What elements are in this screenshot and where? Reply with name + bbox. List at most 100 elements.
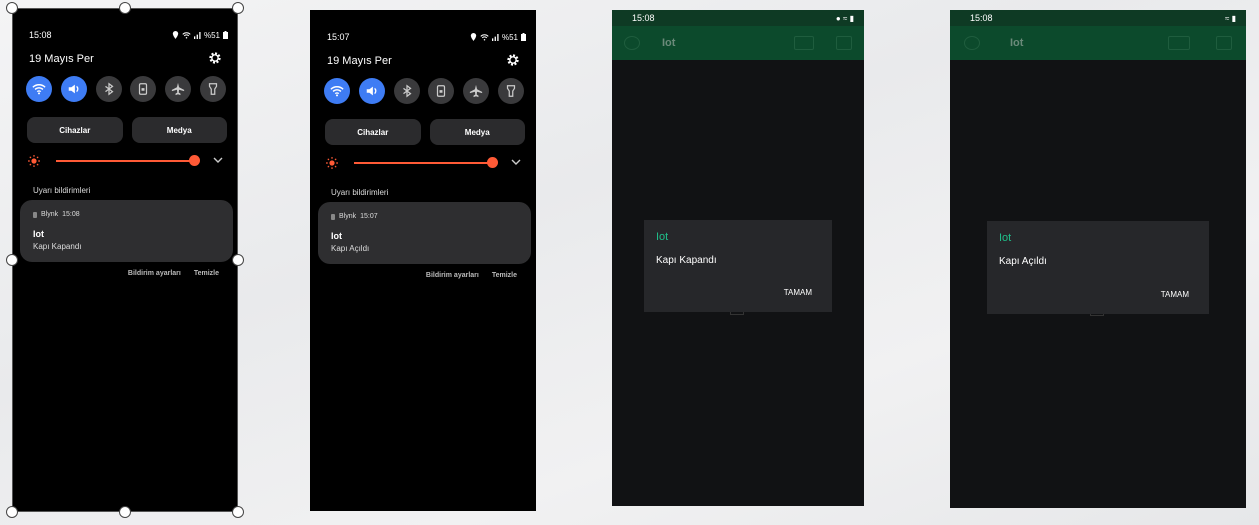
play-icon[interactable]: [1216, 36, 1232, 50]
app-screen-2: 15:08 ≈ ▮ Iot Iot Kapı Açıldı TAMAM: [950, 10, 1246, 508]
notification-settings-link[interactable]: Bildirim ayarları: [426, 272, 479, 279]
section-label: Uyarı bildirimleri: [331, 188, 389, 197]
date-label: 19 Mayıs Per: [29, 53, 94, 65]
resize-handle[interactable]: [232, 2, 244, 14]
sound-icon: [366, 86, 377, 96]
location-icon: [172, 31, 179, 39]
quick-toggles: [324, 78, 524, 104]
wifi-icon: [330, 86, 344, 97]
clear-link[interactable]: Temizle: [194, 270, 219, 277]
status-bar: 15:07 %51: [327, 32, 526, 42]
ok-button[interactable]: TAMAM: [1161, 290, 1189, 299]
brightness-thumb[interactable]: [189, 155, 200, 166]
notification-title: Iot: [33, 229, 44, 239]
rotation-lock-toggle[interactable]: [428, 78, 455, 104]
device-icon[interactable]: [1168, 36, 1190, 50]
battery-icon: [521, 33, 526, 41]
wifi-signal-icon: [480, 33, 489, 40]
rotation-lock-toggle[interactable]: [130, 76, 157, 102]
alert-dialog: Iot Kapı Açıldı TAMAM: [987, 221, 1209, 314]
status-bar: 15:08 ● ≈ ▮: [612, 10, 864, 26]
date-label: 19 Mayıs Per: [327, 55, 392, 67]
ok-button[interactable]: TAMAM: [784, 288, 812, 297]
notification-app: Blynk: [41, 211, 59, 218]
notification-card[interactable]: Blynk 15:08 Iot Kapı Kapandı: [20, 200, 233, 262]
flashlight-toggle[interactable]: [497, 78, 524, 104]
chevron-down-icon[interactable]: [212, 154, 224, 166]
clear-link[interactable]: Temizle: [492, 272, 517, 279]
resize-handle[interactable]: [6, 2, 18, 14]
bluetooth-icon: [402, 84, 412, 98]
app-icon: [331, 213, 335, 220]
gear-icon[interactable]: [506, 53, 520, 67]
project-icon[interactable]: [624, 36, 640, 50]
app-title: Iot: [662, 37, 676, 49]
resize-handle[interactable]: [119, 506, 131, 518]
airplane-toggle[interactable]: [463, 78, 490, 104]
app-toolbar: Iot: [950, 26, 1246, 60]
notification-time: 15:08: [62, 211, 80, 218]
app-screen-1: 15:08 ● ≈ ▮ Iot Iot Kapı Kapandı TAMAM: [612, 10, 864, 506]
resize-handle[interactable]: [119, 2, 131, 14]
notification-panel-2: 15:07 %51 19 Mayıs Per Cihazlar Medya Uy…: [310, 10, 536, 511]
notification-app: Blynk: [339, 213, 357, 220]
chevron-down-icon[interactable]: [510, 156, 522, 168]
wifi-icon: [32, 84, 46, 95]
battery-percent: %51: [501, 32, 518, 42]
sun-icon: [326, 157, 338, 169]
notification-body: Kapı Açıldı: [331, 244, 370, 253]
lock-rotation-icon: [437, 85, 446, 97]
status-icons: ● ≈ ▮: [835, 13, 854, 23]
media-button[interactable]: Medya: [131, 117, 227, 143]
media-button[interactable]: Medya: [429, 119, 525, 145]
notification-card[interactable]: Blynk 15:07 Iot Kapı Açıldı: [318, 202, 531, 264]
devices-button[interactable]: Cihazlar: [27, 117, 123, 143]
dialog-title: Iot: [656, 231, 669, 243]
bluetooth-icon: [104, 82, 114, 96]
notification-panel-1: 15:08 %51 19 Mayıs Per Cihazlar Medya Uy…: [12, 8, 238, 512]
notification-settings-link[interactable]: Bildirim ayarları: [128, 270, 181, 277]
section-label: Uyarı bildirimleri: [33, 186, 91, 195]
brightness-track[interactable]: [354, 162, 494, 164]
resize-handle[interactable]: [6, 506, 18, 518]
location-icon: [470, 33, 477, 41]
lock-rotation-icon: [139, 83, 148, 95]
resize-handle[interactable]: [232, 254, 244, 266]
status-time: 15:08: [970, 13, 993, 23]
resize-handle[interactable]: [232, 506, 244, 518]
notification-time: 15:07: [360, 213, 378, 220]
quick-toggles: [26, 76, 226, 102]
sound-toggle[interactable]: [358, 78, 385, 104]
notification-body: Kapı Kapandı: [33, 242, 82, 251]
resize-handle[interactable]: [6, 254, 18, 266]
dialog-title: Iot: [999, 232, 1012, 244]
devices-button[interactable]: Cihazlar: [325, 119, 421, 145]
bluetooth-toggle[interactable]: [95, 76, 122, 102]
bluetooth-toggle[interactable]: [393, 78, 420, 104]
wifi-toggle[interactable]: [26, 76, 52, 102]
device-icon[interactable]: [794, 36, 814, 50]
cell-signal-icon: [491, 33, 499, 41]
sound-toggle[interactable]: [60, 76, 87, 102]
alert-dialog: Iot Kapı Kapandı TAMAM: [644, 220, 832, 312]
brightness-track[interactable]: [56, 160, 196, 162]
gear-icon[interactable]: [208, 51, 222, 65]
status-icons: ≈ ▮: [1224, 13, 1236, 23]
status-time: 15:08: [632, 13, 655, 23]
cell-signal-icon: [193, 31, 201, 39]
brightness-thumb[interactable]: [487, 157, 498, 168]
wifi-signal-icon: [182, 31, 191, 38]
brightness-slider[interactable]: [28, 154, 224, 168]
flashlight-toggle[interactable]: [199, 76, 226, 102]
flashlight-icon: [506, 85, 516, 97]
dialog-message: Kapı Kapandı: [656, 255, 717, 266]
airplane-toggle[interactable]: [165, 76, 192, 102]
brightness-slider[interactable]: [326, 156, 522, 170]
airplane-icon: [470, 84, 483, 98]
status-bar: 15:08 ≈ ▮: [950, 10, 1246, 26]
play-icon[interactable]: [836, 36, 852, 50]
app-toolbar: Iot: [612, 26, 864, 60]
status-bar: 15:08 %51: [29, 30, 228, 40]
wifi-toggle[interactable]: [324, 78, 350, 104]
project-icon[interactable]: [964, 36, 980, 50]
